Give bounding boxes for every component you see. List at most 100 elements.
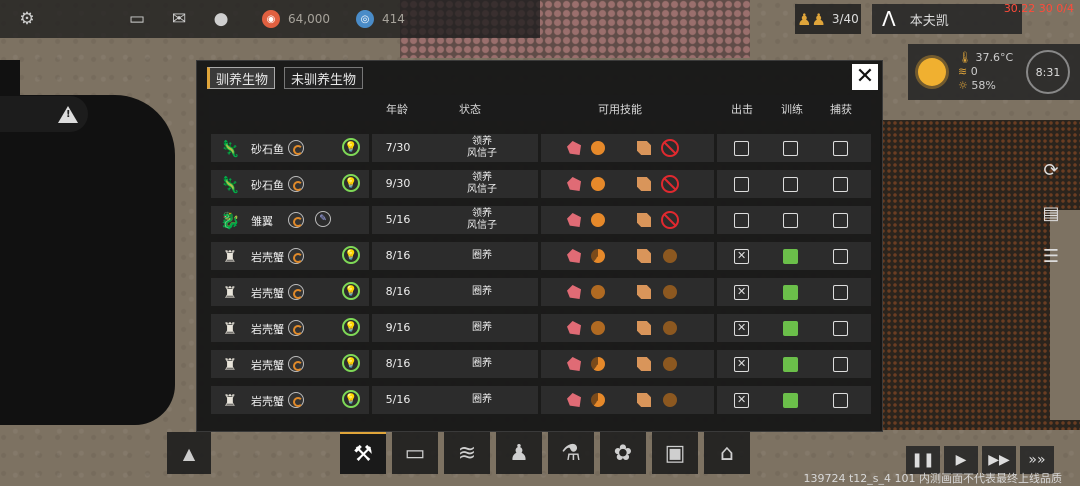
people-icon[interactable]: ♟ [496, 432, 542, 474]
ball-skill-icon[interactable] [591, 213, 605, 227]
scroll-skill-icon[interactable] [637, 249, 651, 263]
swirl-icon[interactable] [288, 392, 304, 408]
capture-checkbox[interactable] [833, 141, 848, 156]
creature-row[interactable]: ♜ 岩壳蟹 💡 8/16 圈养 [211, 242, 871, 270]
train-checkbox[interactable] [783, 249, 798, 264]
fire-skill-icon[interactable] [567, 285, 581, 299]
scroll-skill-icon[interactable] [637, 177, 651, 191]
creature-row[interactable]: 🐉 雏翼 ✎ 5/16 领养 风信子 [211, 206, 871, 234]
lightbulb-icon[interactable]: 💡 [342, 390, 360, 408]
sortie-checkbox[interactable] [734, 249, 749, 264]
ban-icon[interactable] [661, 175, 679, 193]
scroll-skill-icon[interactable] [637, 285, 651, 299]
fire-skill-icon[interactable] [567, 249, 581, 263]
chat-icon[interactable]: ▭ [122, 4, 152, 34]
capture-checkbox[interactable] [833, 213, 848, 228]
tab-tamed-creatures[interactable]: 驯养生物 [207, 67, 276, 89]
train-checkbox[interactable] [783, 285, 798, 300]
train-checkbox[interactable] [783, 177, 798, 192]
lightbulb-icon[interactable]: 💡 [342, 138, 360, 156]
swirl-icon[interactable] [288, 176, 304, 192]
map-button[interactable]: ▲ [167, 432, 211, 474]
fire-skill-icon[interactable] [567, 357, 581, 371]
lightbulb-icon[interactable]: 💡 [342, 318, 360, 336]
orb-skill-icon[interactable] [663, 357, 677, 371]
scroll-skill-icon[interactable] [637, 393, 651, 407]
user-icon[interactable]: ● [206, 4, 236, 34]
fire-skill-icon[interactable] [567, 177, 581, 191]
rename-icon[interactable]: ✎ [315, 211, 331, 227]
swirl-icon[interactable] [288, 356, 304, 372]
population-counter[interactable]: ♟♟ 3/40 [795, 4, 861, 34]
fire-skill-icon[interactable] [567, 141, 581, 155]
orb-skill-icon[interactable] [663, 321, 677, 335]
creature-row[interactable]: ♜ 岩壳蟹 💡 5/16 圈养 [211, 386, 871, 414]
ball-skill-icon[interactable] [591, 393, 605, 407]
rotate-icon[interactable]: ⟳ [1043, 160, 1058, 181]
swirl-icon[interactable] [288, 320, 304, 336]
fire-skill-icon[interactable] [567, 321, 581, 335]
build-icon[interactable]: ⚒ [340, 432, 386, 474]
orb-skill-icon[interactable] [663, 285, 677, 299]
capture-checkbox[interactable] [833, 249, 848, 264]
ban-icon[interactable] [661, 139, 679, 157]
capture-checkbox[interactable] [833, 177, 848, 192]
swirl-icon[interactable] [288, 248, 304, 264]
close-button[interactable]: ✕ [852, 64, 878, 90]
sortie-checkbox[interactable] [734, 285, 749, 300]
player-panel[interactable]: Λ 本夫凯 [872, 4, 1022, 34]
scroll-skill-icon[interactable] [637, 141, 651, 155]
scroll-skill-icon[interactable] [637, 213, 651, 227]
tab-wild-creatures[interactable]: 未驯养生物 [284, 67, 364, 89]
science-icon[interactable]: ⚗ [548, 432, 594, 474]
creature-icon[interactable]: ✿ [600, 432, 646, 474]
lightbulb-icon[interactable]: 💡 [342, 174, 360, 192]
ball-skill-icon[interactable] [591, 249, 605, 263]
ball-skill-icon[interactable] [591, 285, 605, 299]
capture-checkbox[interactable] [833, 393, 848, 408]
train-checkbox[interactable] [783, 141, 798, 156]
clipboard-icon[interactable]: ▤ [1042, 203, 1059, 224]
ball-skill-icon[interactable] [591, 357, 605, 371]
capture-checkbox[interactable] [833, 321, 848, 336]
warning-button[interactable] [0, 96, 88, 132]
lightbulb-icon[interactable]: 💡 [342, 354, 360, 372]
train-checkbox[interactable] [783, 393, 798, 408]
creature-row[interactable]: ♜ 岩壳蟹 💡 8/16 圈养 [211, 350, 871, 378]
swirl-icon[interactable] [288, 212, 304, 228]
sortie-checkbox[interactable] [734, 357, 749, 372]
lightbulb-icon[interactable]: 💡 [342, 282, 360, 300]
capture-checkbox[interactable] [833, 285, 848, 300]
audio-icon[interactable]: ≋ [444, 432, 490, 474]
ball-skill-icon[interactable] [591, 321, 605, 335]
sortie-checkbox[interactable] [734, 393, 749, 408]
scroll-skill-icon[interactable] [637, 357, 651, 371]
creature-row[interactable]: ♜ 岩壳蟹 💡 8/16 圈养 [211, 278, 871, 306]
sortie-checkbox[interactable] [734, 177, 749, 192]
list-icon[interactable]: ☰ [1043, 246, 1059, 267]
chat-bubble-icon[interactable]: ▣ [652, 432, 698, 474]
ball-skill-icon[interactable] [591, 177, 605, 191]
sortie-checkbox[interactable] [734, 213, 749, 228]
orb-skill-icon[interactable] [663, 249, 677, 263]
gear-icon[interactable]: ⚙ [12, 4, 42, 34]
sortie-checkbox[interactable] [734, 321, 749, 336]
creature-row[interactable]: ♜ 岩壳蟹 💡 9/16 圈养 [211, 314, 871, 342]
lightbulb-icon[interactable]: 💡 [342, 246, 360, 264]
orb-skill-icon[interactable] [663, 393, 677, 407]
creature-row[interactable]: 🦎 砂石鱼 💡 7/30 领养 风信子 [211, 134, 871, 162]
train-checkbox[interactable] [783, 321, 798, 336]
train-checkbox[interactable] [783, 213, 798, 228]
capture-checkbox[interactable] [833, 357, 848, 372]
storage-icon[interactable]: ▭ [392, 432, 438, 474]
mail-icon[interactable]: ✉ [164, 4, 194, 34]
ball-skill-icon[interactable] [591, 141, 605, 155]
fire-skill-icon[interactable] [567, 213, 581, 227]
swirl-icon[interactable] [288, 140, 304, 156]
train-checkbox[interactable] [783, 357, 798, 372]
sortie-checkbox[interactable] [734, 141, 749, 156]
swirl-icon[interactable] [288, 284, 304, 300]
fire-skill-icon[interactable] [567, 393, 581, 407]
creature-row[interactable]: 🦎 砂石鱼 💡 9/30 领养 风信子 [211, 170, 871, 198]
scroll-skill-icon[interactable] [637, 321, 651, 335]
